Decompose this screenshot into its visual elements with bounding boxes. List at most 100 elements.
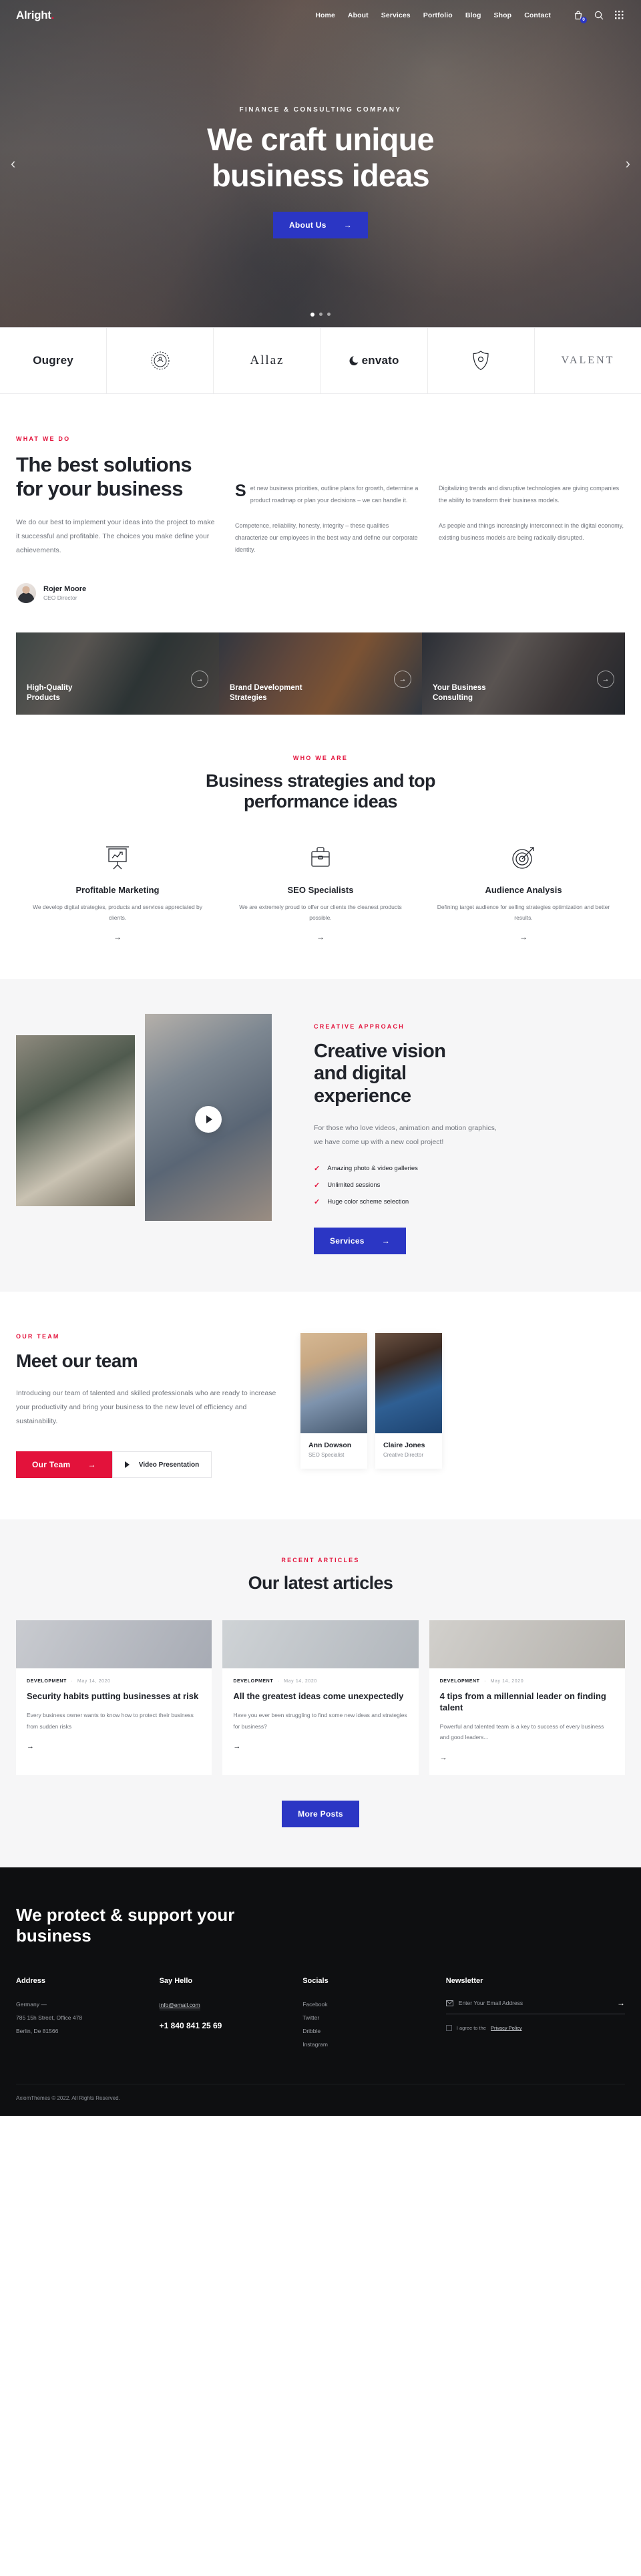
team-member-card[interactable]: Ann Dowson SEO Specialist	[300, 1332, 367, 1469]
check-icon: ✓	[314, 1181, 320, 1189]
feature-title: SEO Specialists	[287, 884, 354, 895]
nav-item-home[interactable]: Home	[315, 11, 335, 19]
more-posts-button[interactable]: More Posts	[282, 1800, 359, 1827]
avatar	[16, 582, 36, 603]
arrow-right-icon[interactable]: →	[437, 932, 610, 942]
video-presentation-button[interactable]: Video Presentation	[112, 1451, 212, 1479]
article-card[interactable]: DEVELOPMENT · May 14, 2020 Security habi…	[16, 1620, 212, 1775]
brand-logo-shield[interactable]	[428, 328, 535, 393]
arrow-right-icon[interactable]: →	[394, 670, 411, 688]
logo-dot: .	[51, 9, 55, 21]
brand-logo-envato[interactable]: envato	[321, 328, 428, 393]
privacy-policy-link[interactable]: Privacy Policy	[491, 2025, 522, 2031]
what-we-do-section: WHAT WE DO The best solutions for your b…	[0, 394, 641, 610]
search-icon[interactable]	[594, 11, 604, 21]
creative-image-left	[16, 1035, 135, 1206]
brand-logo-crest[interactable]	[107, 328, 214, 393]
grid-menu-icon[interactable]	[615, 10, 625, 21]
our-team-button[interactable]: Our Team →	[16, 1451, 112, 1479]
nav-item-shop[interactable]: Shop	[494, 11, 512, 19]
article-category[interactable]: DEVELOPMENT	[440, 1679, 480, 1684]
slider-prev-arrow-icon[interactable]: ‹	[11, 155, 15, 172]
section-eyebrow: CREATIVE APPROACH	[314, 1023, 405, 1030]
service-card-your-business-consulting[interactable]: Your Business Consulting →	[422, 632, 625, 715]
logo-text: Alright	[16, 9, 51, 21]
footer-column-newsletter: Newsletter → I agree to the Privacy Poli…	[445, 1977, 626, 2052]
feature-desc: Defining target audience for selling str…	[437, 903, 610, 921]
slider-next-arrow-icon[interactable]: ›	[626, 155, 630, 172]
nav-item-portfolio[interactable]: Portfolio	[423, 11, 453, 19]
main-navigation: Home About Services Portfolio Blog Shop …	[315, 11, 551, 19]
hero-about-us-button[interactable]: About Us →	[272, 212, 369, 239]
newsletter-submit-button[interactable]: →	[617, 1998, 625, 2008]
column-paragraph: Competence, reliability, honesty, integr…	[235, 522, 418, 553]
nav-item-contact[interactable]: Contact	[524, 11, 551, 19]
privacy-agree-text: I agree to the	[456, 2025, 486, 2032]
footer-heading: Address	[16, 1977, 46, 1986]
footer-headline: We protect & support your business	[16, 1904, 235, 1946]
team-member-card[interactable]: Claire Jones Creative Director	[375, 1332, 442, 1469]
article-excerpt: Have you ever been struggling to find so…	[233, 1712, 407, 1730]
feature-seo-specialists[interactable]: SEO Specialists We are extremely proud t…	[219, 842, 422, 942]
brand-logo-valent[interactable]: VALENT	[535, 328, 641, 393]
cart-icon[interactable]: 0	[574, 10, 587, 23]
article-category[interactable]: DEVELOPMENT	[27, 1679, 67, 1684]
what-we-do-column-2: Digitalizing trends and disruptive techn…	[439, 482, 625, 603]
arrow-right-icon[interactable]: →	[597, 670, 614, 688]
article-card[interactable]: DEVELOPMENT · May 14, 2020 All the great…	[222, 1620, 419, 1775]
social-link-twitter[interactable]: Twitter	[302, 2012, 446, 2025]
team-actions: Our Team → Video Presentation	[16, 1451, 283, 1479]
nav-item-about[interactable]: About	[348, 11, 369, 19]
social-link-dribble[interactable]: Dribble	[302, 2025, 446, 2038]
card-title: Brand Development Strategies	[230, 683, 302, 703]
arrow-right-icon[interactable]: →	[234, 932, 407, 942]
brand-label: Ougrey	[33, 354, 73, 367]
article-card[interactable]: DEVELOPMENT · May 14, 2020 4 tips from a…	[429, 1620, 625, 1775]
list-item: ✓ Amazing photo & video galleries	[314, 1164, 625, 1173]
article-title[interactable]: All the greatest ideas come unexpectedly	[233, 1691, 407, 1702]
footer-column-socials: Socials Facebook Twitter Dribble Instagr…	[302, 1977, 446, 2052]
brand-logo-ougrey[interactable]: Ougrey	[0, 328, 108, 393]
nav-item-services[interactable]: Services	[381, 11, 411, 19]
footer-heading: Socials	[302, 1977, 329, 1986]
article-category[interactable]: DEVELOPMENT	[233, 1679, 273, 1684]
article-title[interactable]: Security habits putting businesses at ri…	[27, 1691, 201, 1702]
footer-email-link[interactable]: info@email.com	[159, 2002, 200, 2011]
arrow-right-icon[interactable]: →	[191, 670, 208, 688]
column-paragraph: Set new business priorities, outline pla…	[235, 482, 419, 504]
newsletter-email-input[interactable]	[458, 2000, 618, 2007]
service-card-high-quality-products[interactable]: High-Quality Products →	[16, 632, 219, 715]
nav-item-blog[interactable]: Blog	[465, 11, 481, 19]
play-button[interactable]	[195, 1105, 222, 1133]
slider-dot-2[interactable]	[319, 313, 323, 316]
social-link-instagram[interactable]: Instagram	[302, 2038, 446, 2052]
privacy-checkbox[interactable]	[445, 2025, 452, 2032]
meta-separator: ·	[277, 1679, 280, 1684]
member-name: Ann Dowson	[308, 1441, 352, 1449]
arrow-right-icon[interactable]: →	[27, 1742, 201, 1751]
slider-dot-1[interactable]	[310, 313, 314, 317]
section-eyebrow: WHAT WE DO	[16, 435, 71, 442]
feature-title: Profitable Marketing	[75, 884, 160, 895]
hero-title-line1: We craft unique	[207, 121, 434, 157]
arrow-right-icon[interactable]: →	[31, 932, 204, 942]
member-photo	[300, 1332, 367, 1433]
newsletter-field: →	[445, 1998, 626, 2015]
creative-approach-section: CREATIVE APPROACH Creative vision and di…	[0, 978, 641, 1292]
footer-phone[interactable]: +1 840 841 25 69	[160, 2021, 303, 2030]
social-link-facebook[interactable]: Facebook	[302, 1998, 446, 2012]
feature-profitable-marketing[interactable]: Profitable Marketing We develop digital …	[16, 842, 219, 942]
arrow-right-icon[interactable]: →	[440, 1754, 614, 1762]
service-card-brand-development-strategies[interactable]: Brand Development Strategies →	[219, 632, 422, 715]
section-title: Our latest articles	[248, 1573, 393, 1594]
member-name: Claire Jones	[383, 1441, 425, 1449]
section-eyebrow: OUR TEAM	[16, 1332, 60, 1340]
article-title[interactable]: 4 tips from a millennial leader on findi…	[440, 1691, 614, 1713]
feature-audience-analysis[interactable]: Audience Analysis Defining target audien…	[422, 842, 625, 942]
creative-services-button[interactable]: Services →	[314, 1227, 407, 1254]
slider-dot-3[interactable]	[327, 313, 331, 316]
site-logo[interactable]: Alright.	[16, 9, 54, 22]
brand-logo-allaz[interactable]: Allaz	[214, 328, 321, 393]
arrow-right-icon[interactable]: →	[233, 1742, 407, 1751]
section-title: Business strategies and top performance …	[206, 770, 436, 812]
